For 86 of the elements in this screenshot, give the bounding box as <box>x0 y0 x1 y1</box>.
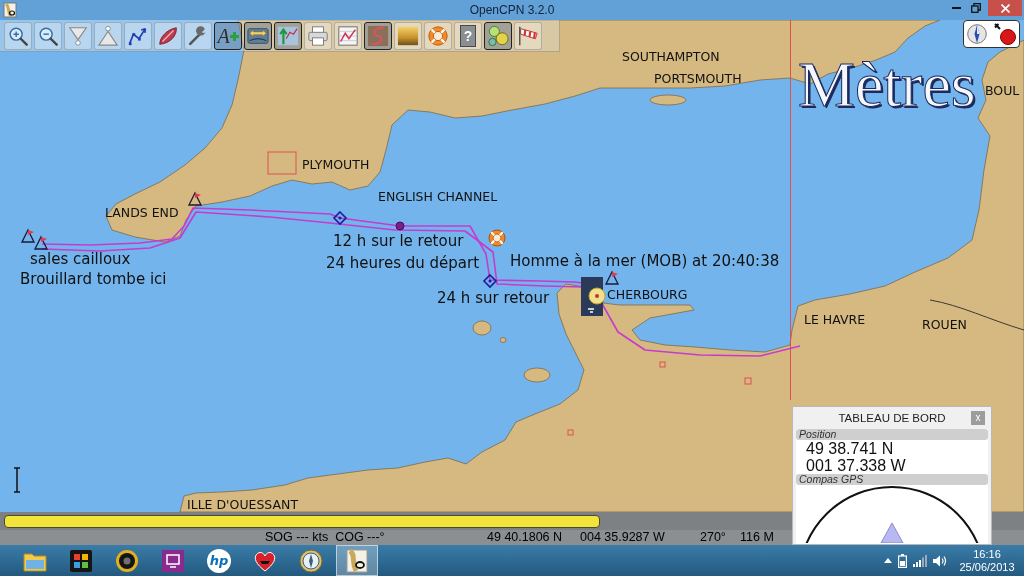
lifebuoy-icon <box>427 25 449 47</box>
map-icon <box>3 2 17 18</box>
compass-icon <box>299 548 323 573</box>
zoom-in-icon <box>7 25 29 47</box>
place-label: CHERBOURG <box>607 287 688 302</box>
position-marker-icon <box>581 277 606 316</box>
toolbar-button[interactable] <box>364 22 392 50</box>
window-title: OpenCPN 3.2.0 <box>469 2 555 19</box>
island <box>499 337 507 343</box>
section-header: Position <box>796 429 988 440</box>
route-icon <box>127 25 149 47</box>
gps-status-icon[interactable] <box>993 23 1016 45</box>
gauges-icon <box>487 25 509 47</box>
screen-tile-icon <box>161 548 185 573</box>
close-icon <box>1000 3 1010 13</box>
waypoint-label: 24 h sur retour <box>437 289 550 307</box>
battery-icon[interactable] <box>898 553 907 568</box>
island <box>472 320 492 336</box>
clock-time[interactable]: 16:16 <box>973 547 1001 561</box>
plus-icon <box>229 31 239 41</box>
toolbar-button[interactable]: A <box>214 22 242 50</box>
toolbar-button[interactable] <box>484 22 512 50</box>
boat-icon <box>157 25 179 47</box>
scale-bar <box>13 467 21 493</box>
place-label: ENGLISH CHANNEL <box>378 189 498 204</box>
taskbar-button[interactable]: hp <box>196 545 242 576</box>
island <box>523 367 551 383</box>
panel-title: TABLEAU DE BORD <box>838 412 946 424</box>
zoom-out-icon <box>37 25 59 47</box>
webcam-icon <box>115 548 139 573</box>
taskbar-button[interactable] <box>336 545 378 576</box>
waypoint-label: Brouillard tombe ici <box>20 270 167 288</box>
status-text: SOG --- kts COG ---° <box>265 530 386 545</box>
position-value: 001 37.338 W <box>805 457 907 474</box>
mob-label: Homme à la mer (MOB) at 20:40:38 <box>510 252 780 270</box>
clock-date[interactable]: 25/06/2013 <box>959 560 1015 574</box>
triangle-marker-icon <box>604 270 620 285</box>
chart-boundary-box <box>267 151 297 175</box>
status-text: 004 35.9287 W <box>580 530 666 545</box>
triangle-marker-icon <box>33 235 49 250</box>
close-button[interactable]: x <box>971 411 985 425</box>
place-label: LE HAVRE <box>804 312 866 327</box>
status-text: 270° <box>700 530 727 545</box>
toolbar-button[interactable]: ? <box>454 22 482 50</box>
chart-boundary-box <box>659 361 666 368</box>
chart-key-bar[interactable] <box>4 515 600 528</box>
place-label: SOUTHAMPTON <box>622 49 720 64</box>
triangle-up-icon <box>97 25 119 47</box>
place-label: PORTSMOUTH <box>654 71 742 86</box>
waypoint-diamond-icon <box>332 210 348 226</box>
waypoint-label: 24 heures du départ <box>326 254 480 272</box>
windsock-icon <box>517 25 539 47</box>
place-label: ROUEN <box>922 317 967 332</box>
speaker-icon[interactable] <box>933 554 947 567</box>
section-header: Compas GPS <box>796 474 988 485</box>
status-text: 116 M <box>740 530 775 545</box>
waypoint-label: 12 h sur le retour <box>333 232 464 250</box>
close-button[interactable] <box>988 0 1022 16</box>
chevron-up-icon[interactable] <box>884 558 892 563</box>
place-label: ILLE D'OUESSANT <box>187 497 299 512</box>
puzzle-icon <box>69 548 93 573</box>
signal-icon[interactable] <box>913 554 927 567</box>
place-label: PLYMOUTH <box>302 157 370 172</box>
compass-icon[interactable] <box>967 23 988 45</box>
restore-icon <box>971 3 981 13</box>
status-text: 49 40.1806 N <box>487 530 564 545</box>
graph-icon <box>337 25 359 47</box>
map-icon <box>345 548 369 573</box>
waypoint-label: sales cailloux <box>30 250 131 268</box>
chart-boundary-box <box>744 377 752 385</box>
place-label: BOUL <box>985 83 1020 98</box>
triangle-marker-icon <box>187 191 203 206</box>
printer-icon <box>307 25 329 47</box>
chart-boundary-box <box>567 429 574 436</box>
waypoint-dot-icon <box>395 221 405 231</box>
waypoint-diamond-icon <box>482 273 498 289</box>
triangle-marker-icon <box>20 228 36 243</box>
lifebuoy-icon <box>488 229 506 247</box>
island <box>649 94 687 106</box>
toolbar-button[interactable] <box>244 22 272 50</box>
position-value: 49 38.741 N <box>805 440 895 457</box>
depth-units-label: Mètres <box>798 53 976 117</box>
triangle-down-icon <box>67 25 89 47</box>
place-label: LANDS END <box>105 205 179 220</box>
toolbar-button[interactable] <box>274 22 302 50</box>
minimize-icon <box>951 7 961 9</box>
